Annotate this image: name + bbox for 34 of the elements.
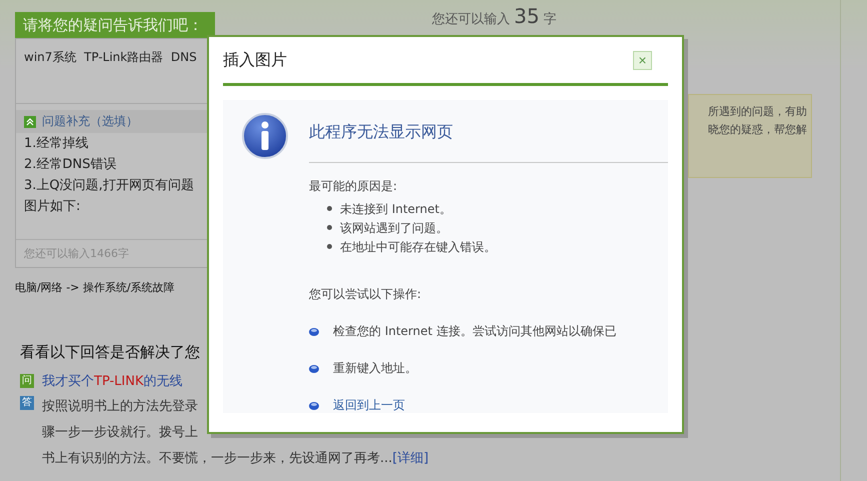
error-heading: 此程序无法显示网页 <box>309 110 668 163</box>
answer-text: 骤一步一步设就行。拨号上 <box>42 424 198 442</box>
back-link[interactable]: 返回到上一页 <box>333 397 405 413</box>
supplement-line: 1.经常掉线 <box>23 135 90 153</box>
category-path: 电脑/网络 -> 操作系统/系统故障 <box>15 280 176 295</box>
bullet-icon <box>327 244 332 249</box>
bullet-icon <box>327 206 332 211</box>
actions-label: 您可以尝试以下操作: <box>309 286 422 303</box>
bullet-icon <box>309 364 319 372</box>
action-item: 重新键入地址。 <box>333 360 417 377</box>
cause-item: 在地址中可能存在键入错误。 <box>340 238 496 254</box>
cause-item: 该网站遇到了问题。 <box>340 220 448 236</box>
tip-text: 晓您的疑惑，帮您解 <box>708 122 807 138</box>
bullet-icon <box>327 225 332 230</box>
title-counter: 您还可以输入 35 字 <box>432 6 558 30</box>
cause-item: 未连接到 Internet。 <box>340 200 452 216</box>
bullet-icon <box>309 328 319 336</box>
causes-label: 最可能的原因是: <box>309 178 398 195</box>
answer-text: 书上有识别的方法。不要慌，一步一步来，先设通网了再考...[详细] <box>42 450 429 468</box>
question-link[interactable]: 我才买个TP-LINK的无线 <box>42 372 183 390</box>
bullet-icon <box>309 402 319 410</box>
supplement-line: 3.上Q没问题,打开网页有问题 <box>23 177 195 195</box>
close-button[interactable]: × <box>633 50 652 70</box>
details-link[interactable]: [详细] <box>392 451 429 466</box>
answer-text: 按照说明书上的方法先登录 <box>42 398 198 416</box>
question-badge: 问 <box>20 374 34 388</box>
supplement-line: 2.经常DNS错误 <box>23 156 118 174</box>
tip-text: 所遇到的问题，有助 <box>708 104 807 120</box>
info-icon <box>241 112 289 160</box>
supplement-line: 图片如下: <box>23 198 82 216</box>
answer-badge: 答 <box>20 396 34 410</box>
section-header: 请将您的疑问告诉我们吧： <box>15 12 215 38</box>
answers-heading: 看看以下回答是否解决了您 <box>20 343 201 362</box>
action-item: 检查您的 Internet 连接。尝试访问其他网站以确保已 <box>333 323 616 340</box>
